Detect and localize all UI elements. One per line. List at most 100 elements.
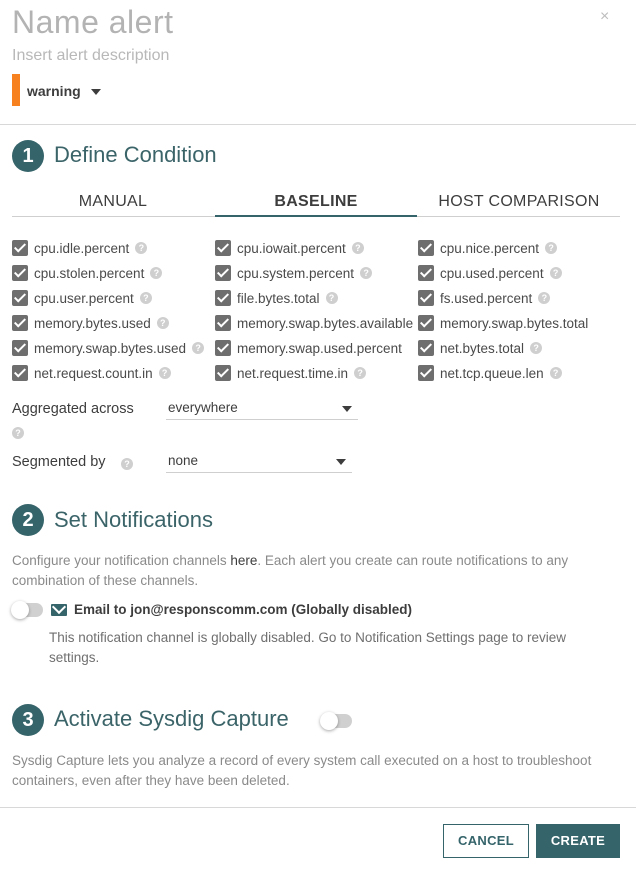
help-icon[interactable]: ?	[549, 367, 562, 379]
help-icon[interactable]: ?	[135, 242, 148, 254]
checkbox[interactable]	[12, 365, 28, 381]
metric-label: net.tcp.queue.len	[440, 365, 544, 381]
metric-checkbox[interactable]: fs.used.percent?	[418, 290, 551, 306]
notifications-intro: Configure your notification channels her…	[12, 551, 622, 591]
divider	[0, 124, 636, 125]
email-channel-toggle[interactable]	[11, 601, 43, 619]
aggregated-across-value: everywhere	[168, 400, 238, 415]
step-2-badge: 2	[12, 504, 44, 536]
help-icon[interactable]: ?	[150, 267, 163, 279]
help-icon[interactable]: ?	[12, 427, 24, 439]
metric-checkbox[interactable]: cpu.system.percent?	[215, 265, 373, 281]
step-3-badge: 3	[12, 704, 44, 736]
metric-label: cpu.nice.percent	[440, 240, 540, 256]
metric-checkbox[interactable]: memory.swap.used.percent	[215, 340, 402, 356]
metric-checkbox[interactable]: cpu.stolen.percent?	[12, 265, 163, 281]
email-channel-label: Email to jon@responscomm.com (Globally d…	[74, 602, 412, 617]
help-icon[interactable]: ?	[192, 342, 205, 354]
checkbox[interactable]	[418, 365, 434, 381]
help-icon[interactable]: ?	[158, 367, 171, 379]
severity-dropdown[interactable]: warning	[27, 83, 101, 99]
checkbox[interactable]	[418, 265, 434, 281]
capture-desc-line: Sysdig Capture lets you analyze a record…	[12, 753, 592, 768]
tab-host-comparison[interactable]: HOST COMPARISON	[418, 193, 620, 211]
close-icon[interactable]: ×	[600, 8, 609, 26]
metric-checkbox[interactable]: net.bytes.total?	[418, 340, 543, 356]
metric-checkbox[interactable]: memory.swap.bytes.available	[215, 315, 413, 331]
checkbox[interactable]	[215, 340, 231, 356]
tab-baseline[interactable]: BASELINE	[215, 193, 417, 211]
toggle-knob	[11, 601, 29, 619]
sysdig-capture-toggle[interactable]	[320, 712, 352, 730]
metric-checkbox[interactable]: cpu.used.percent?	[418, 265, 562, 281]
checkbox[interactable]	[418, 315, 434, 331]
severity-value: warning	[27, 83, 81, 99]
metric-checkbox[interactable]: memory.swap.bytes.used?	[12, 340, 205, 356]
help-icon[interactable]: ?	[325, 292, 338, 304]
checkbox[interactable]	[418, 240, 434, 256]
metric-label: cpu.system.percent	[237, 265, 355, 281]
help-icon[interactable]: ?	[139, 292, 152, 304]
checkbox[interactable]	[215, 240, 231, 256]
metric-checkbox[interactable]: cpu.idle.percent?	[12, 240, 148, 256]
alert-description-input[interactable]: Insert alert description	[12, 47, 169, 65]
checkbox[interactable]	[12, 290, 28, 306]
metric-checkbox[interactable]: cpu.nice.percent?	[418, 240, 558, 256]
help-icon[interactable]: ?	[121, 458, 133, 470]
capture-description: Sysdig Capture lets you analyze a record…	[12, 751, 627, 791]
disabled-note-line: This notification channel is globally di…	[49, 630, 567, 645]
help-icon[interactable]: ?	[530, 342, 543, 354]
define-condition-title: Define Condition	[54, 142, 217, 167]
metric-checkbox[interactable]: file.bytes.total?	[215, 290, 338, 306]
checkbox[interactable]	[12, 340, 28, 356]
aggregated-across-select[interactable]: everywhere	[166, 399, 358, 420]
cancel-button[interactable]: CANCEL	[443, 824, 529, 858]
segmented-by-select[interactable]: none	[166, 452, 352, 473]
metric-label: cpu.idle.percent	[34, 240, 130, 256]
checkbox[interactable]	[215, 265, 231, 281]
metric-checkbox[interactable]: net.tcp.queue.len?	[418, 365, 562, 381]
metric-label: cpu.stolen.percent	[34, 265, 145, 281]
metric-checkbox[interactable]: cpu.iowait.percent?	[215, 240, 364, 256]
metric-label: memory.swap.bytes.total	[440, 315, 589, 331]
help-icon[interactable]: ?	[545, 242, 558, 254]
checkbox[interactable]	[418, 340, 434, 356]
tab-manual[interactable]: MANUAL	[12, 193, 214, 211]
notification-channels-link[interactable]: here	[230, 553, 257, 568]
checkbox[interactable]	[12, 315, 28, 331]
metric-label: cpu.used.percent	[440, 265, 544, 281]
metric-checkbox[interactable]: cpu.user.percent?	[12, 290, 152, 306]
metric-checkbox[interactable]: net.request.count.in?	[12, 365, 171, 381]
metric-checkbox[interactable]: memory.bytes.used?	[12, 315, 169, 331]
toggle-knob	[320, 712, 338, 730]
create-button[interactable]: CREATE	[536, 824, 620, 858]
tab-active-indicator	[215, 215, 417, 217]
help-icon[interactable]: ?	[156, 317, 169, 329]
alert-name-input[interactable]: Name alert	[12, 4, 174, 41]
step-1-badge: 1	[12, 140, 44, 172]
checkbox[interactable]	[215, 290, 231, 306]
help-icon[interactable]: ?	[360, 267, 373, 279]
metric-label: memory.swap.used.percent	[237, 340, 402, 356]
metric-label: cpu.user.percent	[34, 290, 134, 306]
help-icon[interactable]: ?	[538, 292, 551, 304]
checkbox[interactable]	[12, 240, 28, 256]
checkbox[interactable]	[418, 290, 434, 306]
checkbox[interactable]	[12, 265, 28, 281]
intro-text: combination of these channels.	[12, 573, 199, 588]
disabled-note-line: settings.	[49, 650, 100, 665]
intro-text: Configure your notification channels	[12, 553, 231, 568]
chevron-down-icon	[342, 406, 352, 412]
checkbox[interactable]	[215, 365, 231, 381]
metric-label: memory.swap.bytes.available	[237, 315, 414, 331]
checkbox[interactable]	[215, 315, 231, 331]
metric-checkbox[interactable]: net.request.time.in?	[215, 365, 367, 381]
help-icon[interactable]: ?	[351, 242, 364, 254]
help-icon[interactable]: ?	[354, 367, 367, 379]
metric-checkbox[interactable]: memory.swap.bytes.total	[418, 315, 588, 331]
metric-label: memory.bytes.used	[34, 315, 151, 331]
metric-label: memory.swap.bytes.used	[34, 340, 187, 356]
set-notifications-title: Set Notifications	[54, 507, 213, 532]
help-icon[interactable]: ?	[549, 267, 562, 279]
divider	[0, 807, 636, 808]
